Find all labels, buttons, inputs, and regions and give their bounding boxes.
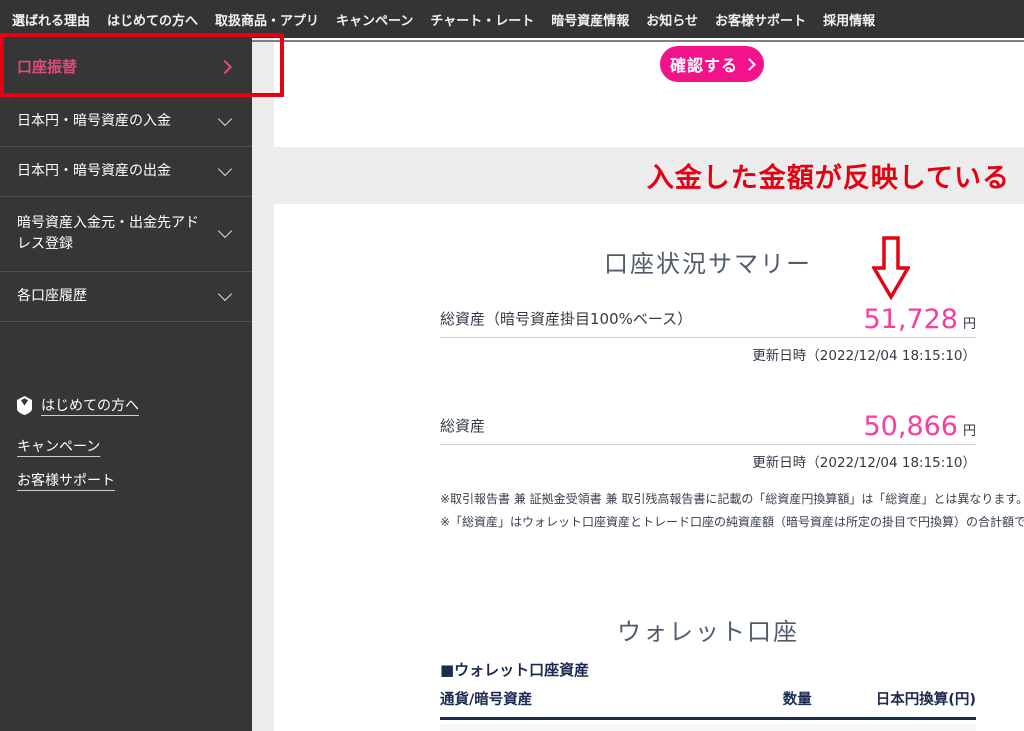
wallet-col-currency: 通貨/暗号資産 (440, 692, 533, 708)
sidebar-link-label: はじめての方へ (41, 398, 139, 414)
chevron-down-icon (217, 223, 233, 239)
chevron-right-icon (217, 59, 233, 75)
nav-item-campaign[interactable]: キャンペーン (336, 10, 413, 29)
summary-row-unit: 円 (962, 317, 976, 332)
sidebar: 口座振替 日本円・暗号資産の入金 日本円・暗号資産の出金 暗号資産入金元・出金先… (0, 38, 252, 731)
annotation-note: 入金した金額が反映している (646, 163, 1010, 194)
sidebar-item-account-transfer[interactable]: 口座振替 (0, 38, 252, 97)
chevron-down-icon (217, 111, 233, 126)
sidebar-item-label: 口座振替 (17, 57, 78, 76)
summary-note: ※取引報告書 兼 証拠金受領書 兼 取引残高報告書に記載の「総資産円換算額」は「… (440, 492, 1024, 506)
header-divider (252, 40, 1024, 42)
nav-item-chart-rate[interactable]: チャート・レート (430, 10, 534, 29)
nav-item-crypto-info[interactable]: 暗号資産情報 (551, 10, 629, 29)
summary-row-unit: 円 (962, 424, 976, 439)
chevron-down-icon (217, 286, 233, 301)
sidebar-item-label: 日本円・暗号資産の出金 (17, 163, 171, 179)
sidebar-link-beginners[interactable]: はじめての方へ (17, 395, 139, 415)
summary-updated-timestamp: 更新日時（2022/12/04 18:15:10） (752, 455, 976, 471)
wallet-table-row (440, 724, 976, 731)
top-nav: 選ばれる理由 はじめての方へ 取扱商品・アプリ キャンペーン チャート・レート … (0, 0, 1024, 38)
nav-item-support[interactable]: お客様サポート (715, 10, 806, 29)
sidebar-link-support[interactable]: お客様サポート (17, 470, 115, 490)
sidebar-item-label: 日本円・暗号資産の入金 (17, 113, 171, 129)
sidebar-item-withdrawal[interactable]: 日本円・暗号資産の出金 (0, 147, 252, 197)
confirm-button[interactable]: 確認する (660, 46, 764, 82)
wallet-col-jpy: 日本円換算(円) (875, 692, 976, 708)
nav-item-recruit[interactable]: 採用情報 (823, 10, 875, 29)
sidebar-link-campaign[interactable]: キャンペーン (17, 436, 100, 456)
summary-row-value: 50,866 (863, 411, 958, 442)
summary-notes: ※取引報告書 兼 証拠金受領書 兼 取引残高報告書に記載の「総資産円換算額」は「… (440, 488, 1024, 534)
wallet-table-header: 通貨/暗号資産 数量 日本円換算(円) (440, 688, 976, 720)
sidebar-item-address-registration[interactable]: 暗号資産入金元・出金先アドレス登録 (0, 197, 252, 272)
summary-row-value-wrap: 51,728 円 (864, 304, 977, 337)
content-gutter (252, 38, 274, 731)
sidebar-item-deposit[interactable]: 日本円・暗号資産の入金 (0, 97, 252, 147)
nav-item-reasons[interactable]: 選ばれる理由 (12, 10, 90, 29)
chevron-right-icon (743, 58, 756, 71)
summary-row-value: 51,728 (863, 304, 958, 335)
wallet-section-title: ウォレット口座 (617, 618, 799, 646)
confirm-button-label: 確認する (669, 56, 738, 75)
summary-note: ※「総資産」はウォレット口座資産とトレード口座の純資産額（暗号資産は所定の掛目で… (440, 514, 1024, 529)
summary-updated-timestamp: 更新日時（2022/12/04 18:15:10） (752, 348, 976, 364)
sidebar-item-account-history[interactable]: 各口座履歴 (0, 272, 252, 322)
summary-row-total: 総資産 50,866 円 (440, 401, 976, 445)
nav-item-beginners[interactable]: はじめての方へ (107, 10, 198, 29)
sidebar-item-label: 各口座履歴 (17, 288, 87, 304)
wallet-assets-subtitle: ■ウォレット口座資産 (440, 661, 590, 679)
sidebar-link-label: キャンペーン (17, 439, 101, 455)
summary-row-label: 総資産 (440, 417, 486, 435)
summary-row-total-100: 総資産（暗号資産掛目100%ベース） 51,728 円 (440, 296, 976, 338)
page: 選ばれる理由 はじめての方へ 取扱商品・アプリ キャンペーン チャート・レート … (0, 0, 1024, 731)
summary-row-label: 総資産（暗号資産掛目100%ベース） (440, 310, 693, 328)
main-content: 確認する 入金した金額が反映している 口座状況サマリー 総資産（暗号資産掛目10… (252, 38, 1024, 731)
section-divider-band: 入金した金額が反映している (252, 147, 1024, 204)
beginner-mark-icon (17, 395, 32, 415)
annotation-arrow-icon (872, 236, 910, 300)
sidebar-item-label: 暗号資産入金元・出金先アドレス登録 (17, 215, 199, 252)
summary-row-value-wrap: 50,866 円 (864, 411, 977, 444)
wallet-col-quantity: 数量 (782, 692, 812, 708)
chevron-down-icon (217, 161, 233, 176)
nav-item-products[interactable]: 取扱商品・アプリ (215, 10, 319, 29)
nav-item-news[interactable]: お知らせ (646, 10, 698, 29)
sidebar-link-label: お客様サポート (17, 473, 115, 489)
